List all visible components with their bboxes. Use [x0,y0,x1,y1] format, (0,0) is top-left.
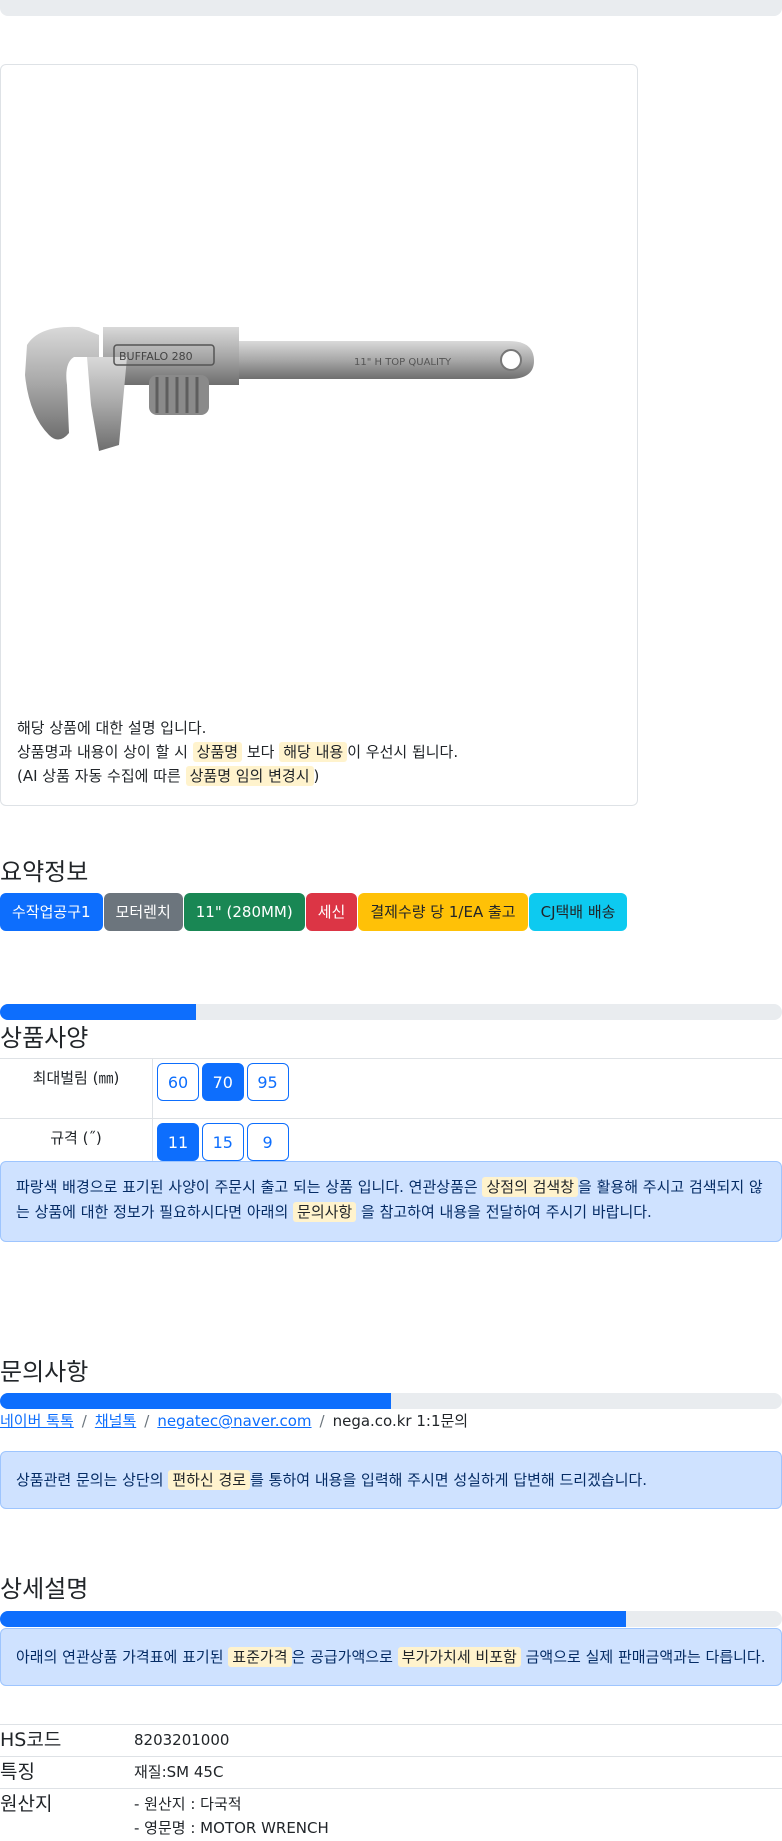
naver-talk-link[interactable]: 네이버 톡톡 [0,1412,74,1430]
notice-line-3: (AI 상품 자동 수집에 따른 상품명 임의 변경시) [17,764,458,788]
channel-talk-link[interactable]: 채널톡 [95,1412,136,1430]
info-row: 원산지 - 원산지 : 다국적 - 영문명 : MOTOR WRENCH [0,1788,782,1840]
badge-size: 11" (280MM) [183,893,305,931]
alert-text: 을 참고하여 내용을 전달하여 주시기 바랍니다. [361,1203,652,1221]
separator: / [81,1412,87,1430]
option-button[interactable]: 60 [157,1063,199,1101]
highlight-route: 편하신 경로 [168,1470,251,1490]
highlight-name-change: 상품명 임의 변경시 [185,766,314,786]
website-inquiry: nega.co.kr 1:1문의 [332,1412,469,1430]
inquiry-alert: 상품관련 문의는 상단의 편하신 경로 를 통하여 내용을 입력해 주시면 성실하… [0,1451,782,1509]
notice-text: (AI 상품 자동 수집에 따른 [17,767,181,785]
badge-shipping: CJ택배 배송 [528,893,628,931]
notice-line-2: 상품명과 내용이 상이 할 시 상품명 보다 해당 내용 이 우선시 됩니다. [17,740,458,764]
summary-badges: 수작업공구1 모터렌치 11" (280MM) 세신 결제수량 당 1/EA 출… [0,893,628,931]
badge-type: 모터렌치 [103,893,183,931]
spec-options: 60 70 95 [152,1058,782,1119]
highlight-vat: 부가가치세 비포함 [397,1647,521,1667]
info-key: 특징 [0,1756,134,1789]
spec-label: 최대벌림 (㎜) [0,1058,153,1119]
detail-alert: 아래의 연관상품 가격표에 표기된 표준가격 은 공급가액으로 부가가치세 비포함… [0,1628,782,1686]
spec-row: 최대벌림 (㎜) 60 70 95 [0,1058,782,1119]
badge-brand: 세신 [305,893,358,931]
notice-text: ) [313,767,320,785]
inquiry-title: 문의사항 [0,1358,89,1386]
info-key: HS코드 [0,1724,134,1757]
alert-text: 은 공급가액으로 [291,1648,393,1666]
separator: / [319,1412,325,1430]
spec-progress [0,1004,782,1020]
separator: / [144,1412,150,1430]
badge-quantity: 결제수량 당 1/EA 출고 [358,893,528,931]
highlight-standard-price: 표준가격 [228,1647,292,1667]
product-notice: 해당 상품에 대한 설명 입니다. 상품명과 내용이 상이 할 시 상품명 보다… [17,716,458,788]
spec-title: 상품사양 [0,1024,89,1052]
wrench-icon: BUFFALO 280 11" H TOP QUALITY [25,326,534,451]
highlight-inquiry: 문의사항 [293,1202,357,1222]
info-key: 원산지 [0,1788,134,1840]
info-value: 8203201000 [134,1724,782,1757]
inquiry-progress [0,1393,782,1409]
wrench-size-text: 11" H TOP QUALITY [354,357,452,368]
alert-text: 상품관련 문의는 상단의 [16,1471,164,1489]
notice-text: 보다 [246,743,275,761]
highlight-search: 상점의 검색창 [482,1177,579,1197]
email-link[interactable]: negatec@naver.com [157,1412,311,1430]
option-button[interactable]: 9 [246,1123,289,1161]
info-row: HS코드 8203201000 [0,1724,782,1757]
info-value: 재질:SM 45C [134,1756,782,1789]
product-image-card: BUFFALO 280 11" H TOP QUALITY 해당 상품에 대한 … [0,64,638,806]
alert-text: 를 통하여 내용을 입력해 주시면 성실하게 답변해 드리겠습니다. [250,1471,648,1489]
alert-text: 금액으로 실제 판매금액과는 다릅니다. [525,1648,766,1666]
contact-breadcrumb: 네이버 톡톡 / 채널톡 / negatec@naver.com / nega.co.kr … [0,1410,468,1431]
option-button-active[interactable]: 70 [201,1063,244,1101]
wrench-brand-text: BUFFALO 280 [119,350,193,363]
detail-progress [0,1611,782,1627]
option-button[interactable]: 15 [201,1123,244,1161]
product-info-table: HS코드 8203201000 특징 재질:SM 45C 원산지 - 원산지 :… [0,1724,782,1840]
inquiry-progress-fill [0,1393,391,1409]
option-button-active[interactable]: 11 [157,1123,199,1161]
top-progress-bar [0,0,782,16]
highlight-product-name: 상품명 [192,742,243,762]
highlight-content: 해당 내용 [279,742,348,762]
info-value: - 원산지 : 다국적 - 영문명 : MOTOR WRENCH [134,1788,782,1840]
detail-title: 상세설명 [0,1575,89,1603]
detail-progress-fill [0,1611,626,1627]
alert-text: 아래의 연관상품 가격표에 표기된 [16,1648,224,1666]
option-button[interactable]: 95 [246,1063,289,1101]
badge-category: 수작업공구1 [0,893,103,931]
notice-text: 이 우선시 됩니다. [347,743,459,761]
notice-text: 상품명과 내용이 상이 할 시 [17,743,188,761]
info-value-line: - 영문명 : MOTOR WRENCH [134,1819,329,1837]
spec-alert: 파랑색 배경으로 표기된 사양이 주문시 출고 되는 상품 입니다. 연관상품은… [0,1161,782,1242]
info-row: 특징 재질:SM 45C [0,1756,782,1789]
summary-title: 요약정보 [0,858,89,886]
alert-text: 파랑색 배경으로 표기된 사양이 주문시 출고 되는 상품 입니다. 연관상품은 [16,1178,478,1196]
notice-line-1: 해당 상품에 대한 설명 입니다. [17,719,207,737]
info-value-line: - 원산지 : 다국적 [134,1795,242,1813]
